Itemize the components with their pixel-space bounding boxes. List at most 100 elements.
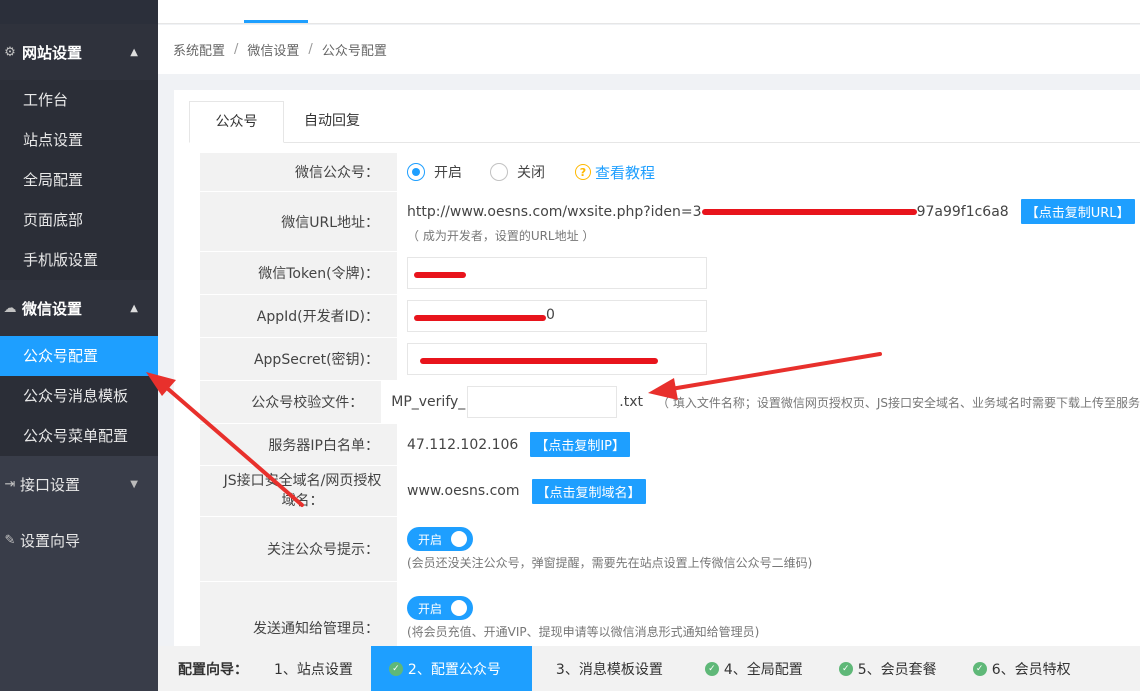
sidebar-group-wechat[interactable]: ☁ 微信设置 ▲ <box>0 280 158 336</box>
row-verify-file: 公众号校验文件： MP_verify_ .txt （ 填入文件名称；设置微信网页… <box>200 381 1140 424</box>
sidebar-group-label: 微信设置 <box>22 299 83 318</box>
sidebar-item-site-settings[interactable]: 站点设置 <box>0 120 158 160</box>
verify-hint: （ 填入文件名称；设置微信网页授权页、JS接口安全域名、业务域名时需要下载上传至… <box>657 395 1140 410</box>
field-label: AppId(开发者ID)： <box>200 295 397 337</box>
sidebar-item-label: 接口设置 <box>20 475 81 494</box>
sidebar-item-api-settings[interactable]: ⇥ 接口设置 ▼ <box>0 456 158 512</box>
wizard-step-1[interactable]: 1、站点设置 <box>256 646 371 691</box>
wizard-step-2[interactable]: ✓ 2、配置公众号 <box>370 646 532 691</box>
content-card: 公众号 自动回复 微信公众号： 开启 关闭 ? 查看教程 微信URL地址： ht… <box>174 90 1140 646</box>
wizard-step-3[interactable]: 3、消息模板设置 <box>532 646 687 691</box>
switch-label: 开启 <box>418 601 443 616</box>
sidebar-item-workbench[interactable]: 工作台 <box>0 80 158 120</box>
question-icon: ? <box>575 164 591 180</box>
setup-wizard-bar: 配置向导： 1、站点设置 ✓ 2、配置公众号 3、消息模板设置 ✓ 4、全局配置… <box>158 646 1140 691</box>
wizard-step-6[interactable]: ✓ 6、会员特权 <box>955 646 1089 691</box>
field-label: 关注公众号提示： <box>200 517 397 581</box>
active-nav-indicator <box>244 20 308 23</box>
follow-prompt-switch[interactable]: 开启 <box>407 527 473 551</box>
sidebar-item-global-config[interactable]: 全局配置 <box>0 160 158 200</box>
row-wechat-toggle: 微信公众号： 开启 关闭 ? 查看教程 <box>200 153 1140 192</box>
sidebar: ⚙ 网站设置 ▲ 工作台 站点设置 全局配置 页面底部 手机版设置 ☁ 微信设置… <box>0 0 158 691</box>
breadcrumb-separator: / <box>308 42 313 57</box>
tab-bar: 公众号 自动回复 <box>189 101 1140 143</box>
domain-value: www.oesns.com <box>407 483 520 499</box>
follow-hint: (会员还没关注公众号，弹窗提醒，需要先在站点设置上传微信公众号二维码) <box>407 556 813 570</box>
wizard-step-4[interactable]: ✓ 4、全局配置 <box>687 646 821 691</box>
field-label: AppSecret(密钥)： <box>200 338 397 380</box>
url-value-start: http://www.oesns.com/wxsite.php?iden=3 <box>407 203 702 220</box>
row-follow-prompt: 关注公众号提示： 开启 (会员还没关注公众号，弹窗提醒，需要先在站点设置上传微信… <box>200 517 1140 582</box>
caret-down-icon: ▼ <box>130 478 138 490</box>
row-appid: AppId(开发者ID)： 0 <box>200 295 1140 338</box>
tab-official-account[interactable]: 公众号 <box>189 101 284 143</box>
sidebar-item-official-account-config[interactable]: 公众号配置 <box>0 336 158 376</box>
notify-hint: (将会员充值、开通VIP、提现申请等以微信消息形式通知给管理员) <box>407 625 760 639</box>
radio-enable-label: 开启 <box>434 165 462 181</box>
redaction-mark <box>420 358 658 364</box>
breadcrumb-separator: / <box>234 42 239 57</box>
wizard-step-5[interactable]: ✓ 5、会员套餐 <box>821 646 955 691</box>
tutorial-link[interactable]: 查看教程 <box>595 162 655 183</box>
row-js-domain: JS接口安全域名/网页授权域名： www.oesns.com 【点击复制域名】 <box>200 466 1140 517</box>
row-notify-admin: 发送通知给管理员： 开启 (将会员充值、开通VIP、提现申请等以微信消息形式通知… <box>200 582 1140 646</box>
sidebar-group-website[interactable]: ⚙ 网站设置 ▲ <box>0 24 158 80</box>
wizard-label: 配置向导： <box>178 661 248 678</box>
edit-icon: ✎ <box>4 532 16 548</box>
radio-disable[interactable] <box>490 163 508 181</box>
wizard-step-label: 5、会员套餐 <box>857 661 937 678</box>
top-nav <box>158 0 1140 24</box>
row-url: 微信URL地址： http://www.oesns.com/wxsite.php… <box>200 192 1140 252</box>
verify-prefix: MP_verify_ <box>391 394 466 410</box>
breadcrumb-item-current: 公众号配置 <box>321 44 387 59</box>
radio-disable-label: 关闭 <box>517 165 545 181</box>
switch-label: 开启 <box>418 532 443 547</box>
token-input[interactable] <box>407 257 707 289</box>
tab-auto-reply[interactable]: 自动回复 <box>284 101 380 143</box>
config-form: 微信公众号： 开启 关闭 ? 查看教程 微信URL地址： http://www.… <box>200 153 1140 646</box>
field-label: 微信公众号： <box>200 153 397 191</box>
field-label: 发送通知给管理员： <box>200 582 397 646</box>
wechat-icon: ☁ <box>3 300 17 316</box>
wizard-step-label: 3、消息模板设置 <box>555 661 663 678</box>
row-appsecret: AppSecret(密钥)： <box>200 338 1140 381</box>
redaction-mark <box>701 208 917 215</box>
notify-admin-switch[interactable]: 开启 <box>407 596 473 620</box>
sidebar-item-menu-config[interactable]: 公众号菜单配置 <box>0 416 158 456</box>
wizard-step-label: 1、站点设置 <box>274 661 353 678</box>
check-icon: ✓ <box>972 661 987 676</box>
sidebar-item-setup-wizard[interactable]: ✎ 设置向导 <box>0 512 158 568</box>
check-icon: ✓ <box>704 661 719 676</box>
gear-icon: ⚙ <box>4 44 16 60</box>
verify-suffix: .txt <box>619 394 644 410</box>
field-label: 服务器IP白名单： <box>200 424 397 465</box>
sidebar-item-message-templates[interactable]: 公众号消息模板 <box>0 376 158 416</box>
plug-icon: ⇥ <box>4 476 16 492</box>
row-token: 微信Token(令牌)： <box>200 252 1140 295</box>
appid-input[interactable]: 0 <box>407 300 707 332</box>
radio-enable[interactable] <box>407 163 425 181</box>
verify-file-input[interactable] <box>467 386 618 418</box>
field-label: 微信Token(令牌)： <box>200 252 397 294</box>
sidebar-logo-area <box>0 0 158 24</box>
breadcrumb: 系统配置 / 微信设置 / 公众号配置 <box>158 25 1140 74</box>
copy-domain-button[interactable]: 【点击复制域名】 <box>531 478 646 504</box>
field-label: 微信URL地址： <box>200 192 397 251</box>
sidebar-item-mobile-settings[interactable]: 手机版设置 <box>0 240 158 280</box>
copy-ip-button[interactable]: 【点击复制IP】 <box>530 432 631 457</box>
row-ip-whitelist: 服务器IP白名单： 47.112.102.106 【点击复制IP】 <box>200 424 1140 466</box>
caret-up-icon: ▲ <box>130 302 138 314</box>
sidebar-item-page-footer[interactable]: 页面底部 <box>0 200 158 240</box>
appsecret-input[interactable] <box>407 343 707 375</box>
check-icon: ✓ <box>838 661 853 676</box>
breadcrumb-item-wechat[interactable]: 微信设置 <box>247 40 299 59</box>
sidebar-group-label: 网站设置 <box>22 43 83 62</box>
url-hint: （ 成为开发者，设置的URL地址 ） <box>407 229 595 243</box>
field-label: JS接口安全域名/网页授权域名： <box>200 466 397 516</box>
appid-value-tail: 0 <box>546 307 555 323</box>
redaction-mark <box>414 272 466 278</box>
check-icon: ✓ <box>388 661 403 676</box>
copy-url-button[interactable]: 【点击复制URL】 <box>1020 199 1135 224</box>
url-value-end: 97a99f1c6a8 <box>916 203 1009 220</box>
breadcrumb-item-system[interactable]: 系统配置 <box>173 40 225 59</box>
